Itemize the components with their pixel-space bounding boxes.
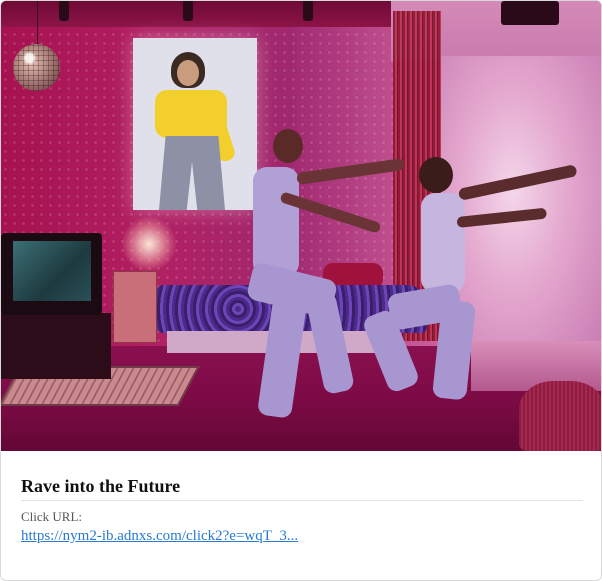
- dancer-torso: [421, 193, 465, 293]
- dancer-head: [273, 129, 303, 163]
- nightstand: [113, 271, 157, 343]
- dancer-arm: [456, 207, 548, 228]
- lamp-glow: [121, 216, 177, 272]
- ad-image[interactable]: [1, 1, 601, 451]
- dancer-arm: [457, 164, 578, 201]
- disco-ball-string: [37, 1, 38, 45]
- click-url-link[interactable]: https://nym2-ib.adnxs.com/click2?e=wqT_3…: [21, 528, 298, 545]
- ad-card: Rave into the Future Click URL: https://…: [0, 0, 602, 581]
- click-url-label: Click URL:: [21, 509, 83, 524]
- tv-stand: [1, 313, 111, 379]
- dancer-head: [419, 157, 453, 193]
- spotlight: [59, 1, 69, 21]
- tv-screen: [13, 241, 91, 301]
- divider: [21, 500, 583, 501]
- projected-figure-head: [177, 60, 199, 86]
- dancer-leg: [304, 290, 356, 396]
- ad-content: Rave into the Future Click URL: https://…: [21, 452, 583, 580]
- spotlight: [303, 1, 313, 21]
- speaker: [501, 1, 559, 25]
- dancer-leg: [256, 297, 308, 419]
- spotlight: [183, 1, 193, 21]
- ad-title: Rave into the Future: [21, 476, 181, 496]
- disco-ball: [13, 44, 60, 91]
- projected-image: [133, 38, 257, 210]
- dancer-right: [361, 151, 591, 411]
- projected-figure-pants: [159, 136, 225, 210]
- dancer-torso: [253, 167, 299, 277]
